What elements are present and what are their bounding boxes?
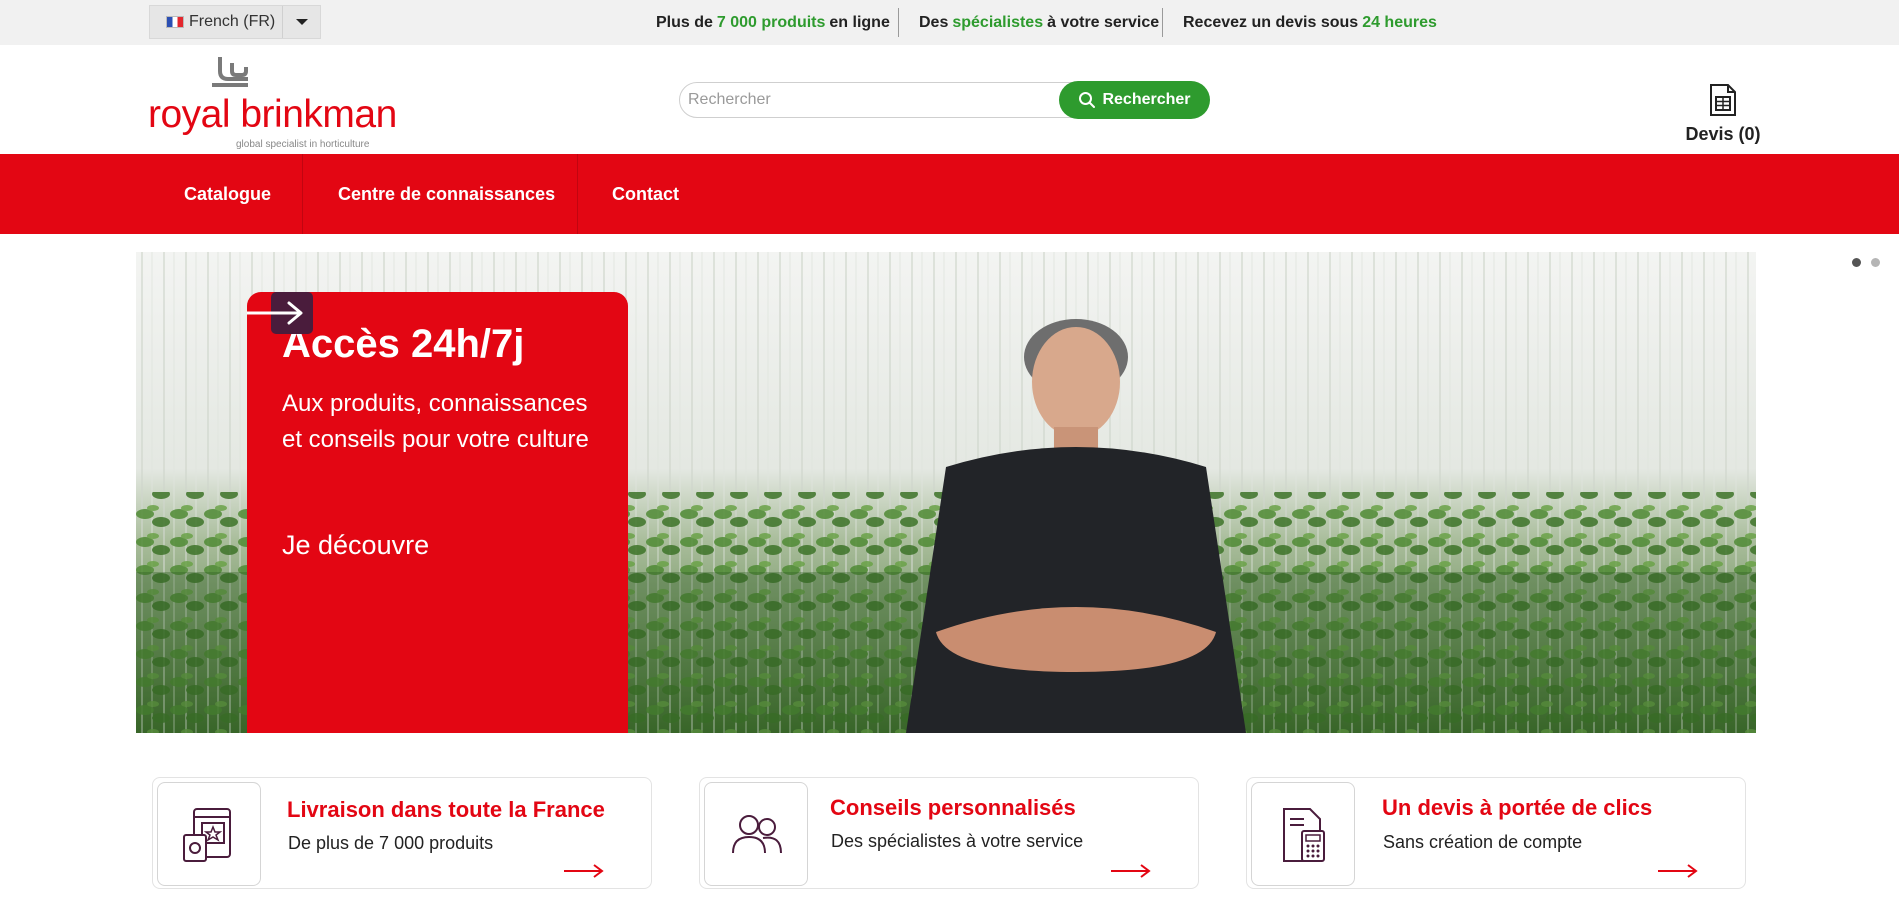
royal-brinkman-logo[interactable]: royal brinkman global specialist in hort… <box>148 55 397 150</box>
search-icon <box>1079 92 1096 108</box>
usp-specialists: Des spécialistes à votre service <box>919 0 1159 45</box>
usp-products: Plus de 7 000 produits en ligne <box>656 0 890 45</box>
logo-tagline: global specialist in horticulture <box>236 139 370 150</box>
main-navigation: Catalogue Centre de connaissances Contac… <box>0 154 1899 234</box>
feature-title: Un devis à portée de clics <box>1382 795 1653 820</box>
hero-banner[interactable]: Accès 24h/7j Aux produits, connaissances… <box>136 252 1756 733</box>
nav-item-catalogue[interactable]: Catalogue <box>184 154 271 234</box>
search-button[interactable]: Rechercher <box>1059 81 1210 119</box>
feature-card-advice[interactable]: Conseils personnalisés Des spécialistes … <box>699 777 1199 889</box>
top-bar: French (FR) Plus de 7 000 produits en li… <box>0 0 1899 45</box>
search-button-label: Rechercher <box>1102 91 1191 108</box>
usp-highlight: spécialistes <box>952 13 1044 31</box>
usp-text: Plus de <box>656 13 713 31</box>
quote-cart[interactable]: Devis (0) <box>1683 83 1763 147</box>
site-header: royal brinkman global specialist in hort… <box>0 45 1899 154</box>
hero-promo-card: Accès 24h/7j Aux produits, connaissances… <box>247 292 628 733</box>
usp-divider <box>898 8 899 37</box>
quote-calculator-icon <box>1283 808 1325 862</box>
feature-text: Sans création de compte <box>1383 832 1583 852</box>
feature-icon-box <box>704 782 808 886</box>
logo-mark-icon <box>212 57 248 87</box>
nav-divider <box>302 154 303 234</box>
slider-dot-2[interactable] <box>1871 258 1880 267</box>
chevron-down-icon <box>295 19 308 25</box>
feature-title: Livraison dans toute la France <box>287 797 605 822</box>
nav-divider <box>577 154 578 234</box>
arrow-right-icon[interactable] <box>247 292 319 334</box>
nav-item-knowledge-center[interactable]: Centre de connaissances <box>338 154 555 234</box>
search-bar: Rechercher <box>679 81 1211 119</box>
feature-icon-box <box>157 782 261 886</box>
arrow-right-icon[interactable] <box>564 864 604 878</box>
usp-text: Recevez un devis sous <box>1183 13 1359 31</box>
feature-text: Des spécialistes à votre service <box>831 831 1084 851</box>
hero-subtitle: Aux produits, connaissances et conseils … <box>282 390 589 453</box>
usp-text: Des <box>919 13 949 31</box>
arrow-right-icon[interactable] <box>1111 864 1151 878</box>
feature-title: Conseils personnalisés <box>830 795 1076 820</box>
hero-cta-link[interactable]: Je découvre <box>282 530 429 561</box>
feature-text: De plus de 7 000 produits <box>288 833 494 853</box>
usp-text: à votre service <box>1047 13 1160 31</box>
feature-card-quote[interactable]: Un devis à portée de clics Sans création… <box>1246 777 1746 889</box>
usp-highlight: 24 heures <box>1362 13 1437 31</box>
language-dropdown-toggle[interactable] <box>282 6 320 38</box>
usp-divider <box>1162 8 1163 37</box>
search-input[interactable] <box>679 82 1079 118</box>
language-selector[interactable]: French (FR) <box>149 5 321 39</box>
slider-dot-1[interactable] <box>1852 258 1861 267</box>
france-flag-icon <box>166 16 184 28</box>
logo-wordmark: royal brinkman <box>148 93 397 136</box>
nav-item-contact[interactable]: Contact <box>612 154 679 234</box>
people-icon <box>732 815 782 854</box>
usp-quote-time: Recevez un devis sous 24 heures <box>1183 0 1441 45</box>
feature-icon-box <box>1251 782 1355 886</box>
usp-highlight: 7 000 produits <box>716 13 826 31</box>
catalog-icon <box>183 808 231 862</box>
language-label: French (FR) <box>189 13 276 30</box>
quote-cart-label: Devis (0) <box>1685 124 1761 144</box>
feature-card-delivery[interactable]: Livraison dans toute la France De plus d… <box>152 777 652 889</box>
quote-document-icon <box>1710 84 1736 116</box>
usp-text: en ligne <box>829 13 890 31</box>
arrow-right-icon[interactable] <box>1658 864 1698 878</box>
